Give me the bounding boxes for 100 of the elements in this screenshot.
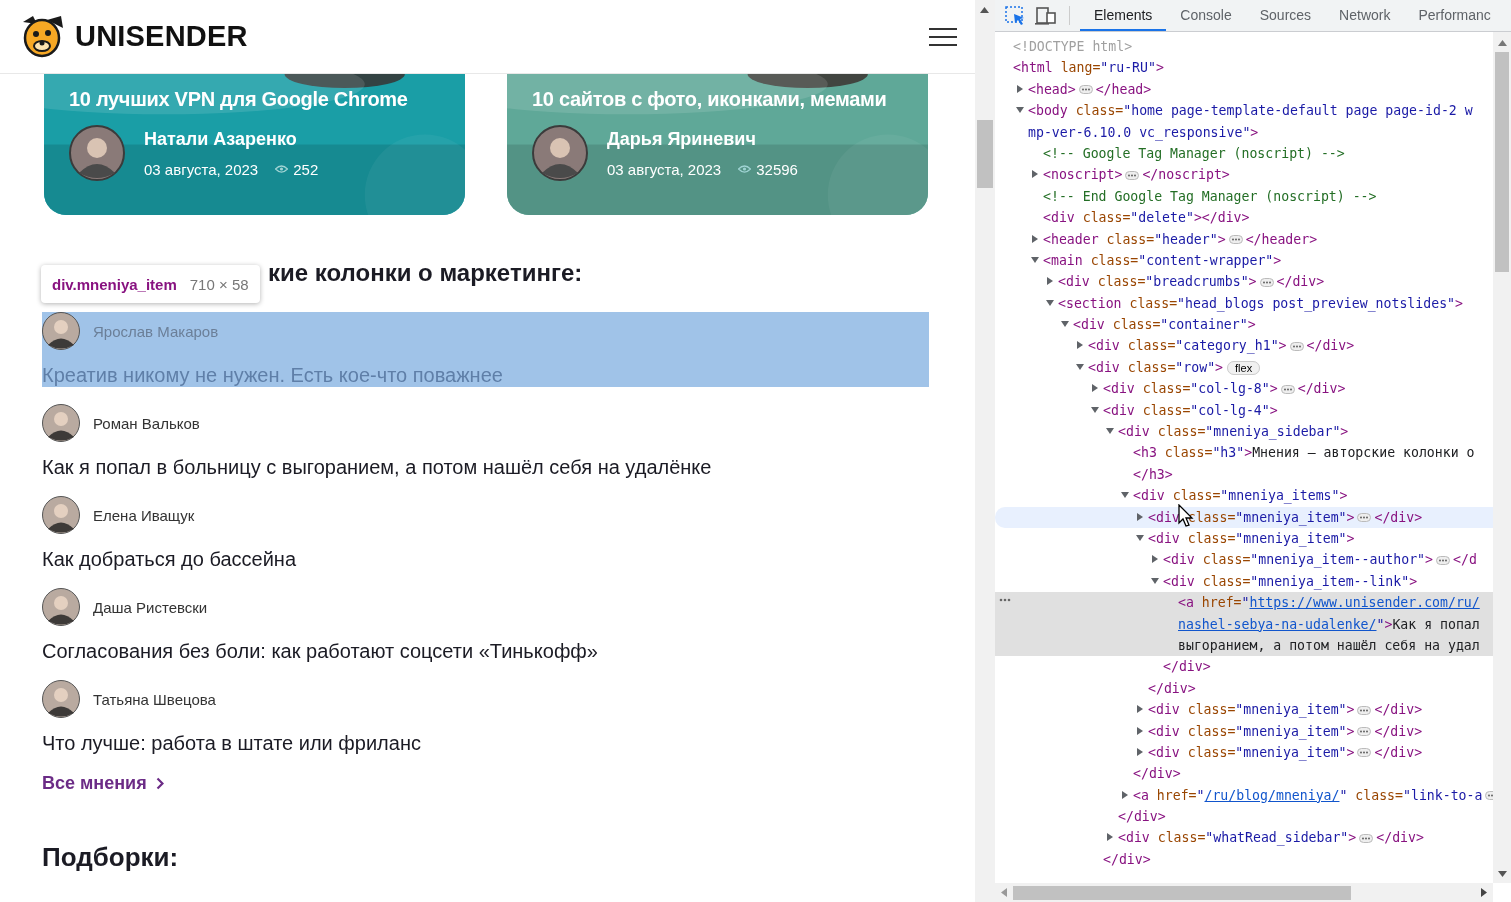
- collapsed-triangle-icon[interactable]: [1076, 341, 1084, 350]
- ellipsis-icon[interactable]: [1125, 170, 1140, 180]
- scroll-thumb[interactable]: [1495, 52, 1509, 272]
- dom-node-line[interactable]: <!-- End Google Tag Manager (noscript) -->: [995, 185, 1493, 208]
- dom-node-line[interactable]: <div class="mneniya_sidebar">: [995, 421, 1493, 443]
- ellipsis-icon[interactable]: [1357, 748, 1372, 758]
- dom-node-line[interactable]: mp-ver-6.10.0 vc_responsive">: [995, 121, 1493, 143]
- article-link[interactable]: Согласования без боли: как работают соцсети «Тинькофф»: [42, 640, 929, 663]
- devtools-scrollbar[interactable]: [1493, 32, 1511, 883]
- collapsed-triangle-icon[interactable]: [1046, 277, 1054, 286]
- collapsed-triangle-icon[interactable]: [1136, 705, 1144, 714]
- expanded-triangle-icon[interactable]: [1091, 405, 1099, 414]
- dom-node-line[interactable]: <html lang="ru-RU">: [995, 57, 1493, 79]
- devtools-tab[interactable]: Elements: [1080, 0, 1167, 31]
- dom-node-line[interactable]: <div class="row"> flex: [995, 356, 1493, 379]
- article-link[interactable]: Что лучше: работа в штате или фриланс: [42, 732, 929, 755]
- scroll-up-icon[interactable]: [980, 7, 989, 13]
- dom-node-line[interactable]: <div class="container">: [995, 314, 1493, 336]
- dom-node-line[interactable]: <div class="mneniya_item--link">: [995, 570, 1493, 593]
- collapsed-triangle-icon[interactable]: [1091, 384, 1099, 393]
- collapsed-triangle-icon[interactable]: [1136, 512, 1144, 521]
- dom-node-line[interactable]: <div class="mneniya_item">: [995, 528, 1493, 550]
- expanded-triangle-icon[interactable]: [1076, 362, 1084, 371]
- dom-node-line[interactable]: </div>: [995, 656, 1493, 678]
- ellipsis-icon[interactable]: [1280, 384, 1295, 394]
- collapsed-triangle-icon[interactable]: [1121, 790, 1129, 799]
- expanded-triangle-icon[interactable]: [1016, 106, 1024, 115]
- selected-dom-node[interactable]: <a href="https://www.unisender.com/ru/: [995, 592, 1493, 614]
- more-icon[interactable]: [999, 598, 1011, 603]
- collapsed-triangle-icon[interactable]: [1136, 726, 1144, 735]
- page-scrollbar[interactable]: [975, 0, 995, 902]
- dom-node-line[interactable]: <body class="home page-template-default page page-id-2 w: [995, 100, 1493, 122]
- article-card[interactable]: 10 сайтов с фото, иконками, мемами Дарья Яриневич 03 августа, 2023 32596: [507, 74, 928, 215]
- article-link[interactable]: Как добраться до бассейна: [42, 548, 929, 571]
- dom-node-line[interactable]: <div class="col-lg-8"> </div>: [995, 378, 1493, 400]
- scroll-down-icon[interactable]: [1497, 871, 1507, 877]
- dom-node-line[interactable]: <section class="head_blogs post_preview_notslides">: [995, 292, 1493, 315]
- scroll-thumb[interactable]: [1013, 885, 1351, 900]
- devtools-tab[interactable]: Console: [1166, 0, 1246, 31]
- dom-node-line[interactable]: <header class="header"> </header>: [995, 228, 1493, 250]
- collapsed-triangle-icon[interactable]: [1031, 234, 1039, 243]
- dom-node-line[interactable]: <noscript> </noscript>: [995, 164, 1493, 186]
- selected-dom-node[interactable]: nashel-sebya-na-udalenke/">Как я попал: [995, 613, 1493, 635]
- collapsed-triangle-icon[interactable]: [1031, 170, 1039, 179]
- device-toolbar-icon[interactable]: [1035, 5, 1057, 26]
- expanded-triangle-icon[interactable]: [1031, 255, 1039, 264]
- scroll-right-icon[interactable]: [1481, 888, 1487, 897]
- dom-node-line[interactable]: </div>: [995, 677, 1493, 700]
- flex-badge[interactable]: flex: [1227, 360, 1261, 375]
- dom-node-line[interactable]: <div class="mneniya_items">: [995, 485, 1493, 507]
- expanded-triangle-icon[interactable]: [1136, 534, 1144, 542]
- opinion-item[interactable]: Роман Вальков Как я попал в больницу с выгоранием, а потом нашёл себя на удалёнке: [42, 404, 929, 479]
- expanded-triangle-icon[interactable]: [1121, 491, 1129, 500]
- devtools-tab[interactable]: Sources: [1245, 0, 1326, 31]
- dom-node-line[interactable]: </div>: [995, 806, 1493, 828]
- ellipsis-icon[interactable]: [1436, 555, 1450, 565]
- opinion-item[interactable]: Татьяна Швецова Что лучше: работа в штате или фриланс: [42, 680, 929, 755]
- logo-text[interactable]: UNISENDER: [75, 20, 248, 53]
- dom-node-line[interactable]: <main class="content-wrapper">: [995, 249, 1493, 272]
- dom-node-line[interactable]: <!-- Google Tag Manager (noscript) -->: [995, 142, 1493, 165]
- dom-node-line[interactable]: <div class="col-lg-4">: [995, 399, 1493, 422]
- collapsed-triangle-icon[interactable]: [1151, 555, 1159, 564]
- collapsed-triangle-icon[interactable]: [1136, 747, 1144, 756]
- scroll-up-icon[interactable]: [1497, 40, 1507, 46]
- scroll-thumb[interactable]: [977, 120, 993, 188]
- ellipsis-icon[interactable]: [1228, 235, 1243, 244]
- devtools-tab[interactable]: Performanc: [1404, 0, 1505, 31]
- expanded-triangle-icon[interactable]: [1106, 427, 1114, 436]
- dom-node-line[interactable]: <div class="category_h1"> </div>: [995, 335, 1493, 357]
- dom-node-line[interactable]: <h3 class="h3">Мнения — авторские колонки о: [995, 442, 1493, 464]
- dom-node-line[interactable]: </div>: [995, 763, 1493, 785]
- devtools-tab[interactable]: Network: [1325, 0, 1405, 31]
- ellipsis-icon[interactable]: [1357, 705, 1372, 715]
- ellipsis-icon[interactable]: [1359, 833, 1374, 843]
- expanded-triangle-icon[interactable]: [1046, 298, 1054, 307]
- menu-icon[interactable]: [929, 27, 957, 46]
- article-link[interactable]: Как я попал в больницу с выгоранием, а потом нашёл себя на удалёнке: [42, 456, 929, 479]
- ellipsis-icon[interactable]: [1259, 277, 1274, 287]
- opinion-item[interactable]: Елена Иващук Как добраться до бассейна: [42, 496, 929, 571]
- ellipsis-icon[interactable]: [1357, 513, 1372, 523]
- collapsed-triangle-icon[interactable]: [1016, 84, 1024, 93]
- dom-node-line[interactable]: </h3>: [995, 463, 1493, 486]
- selected-dom-node[interactable]: выгоранием, а потом нашёл себя на удал: [995, 634, 1493, 657]
- expanded-triangle-icon[interactable]: [1151, 576, 1159, 585]
- opinion-item[interactable]: Даша Ристевски Согласования без боли: как работают соцсети «Тинькофф»: [42, 588, 929, 663]
- dom-node-line[interactable]: <div class="mneniya_item--author"> </d: [995, 549, 1493, 571]
- dom-node-line[interactable]: <div class="mneniya_item"> </div>: [995, 741, 1493, 764]
- ellipsis-icon[interactable]: [1357, 727, 1372, 736]
- ellipsis-icon[interactable]: [1078, 85, 1093, 95]
- dom-node-line[interactable]: <div class="breadcrumbs"> </div>: [995, 271, 1493, 293]
- dom-node-line[interactable]: </div>: [995, 848, 1493, 871]
- all-opinions-link[interactable]: Все мнения: [42, 773, 164, 794]
- expanded-triangle-icon[interactable]: [1061, 320, 1069, 329]
- ellipsis-icon[interactable]: [1289, 341, 1304, 351]
- dom-node-line[interactable]: <head> </head>: [995, 78, 1493, 101]
- dom-node-line[interactable]: <div class="mneniya_item"> </div>: [995, 699, 1493, 721]
- dom-node-line[interactable]: <div class="whatRead_sidebar"> </div>: [995, 827, 1493, 849]
- article-card[interactable]: 10 лучших VPN для Google Chrome Натали Азаренко 03 августа, 2023 252: [44, 74, 465, 215]
- dom-node-line[interactable]: <div class="mneniya_item"> </div>: [995, 720, 1493, 742]
- horizontal-scrollbar[interactable]: [995, 883, 1493, 902]
